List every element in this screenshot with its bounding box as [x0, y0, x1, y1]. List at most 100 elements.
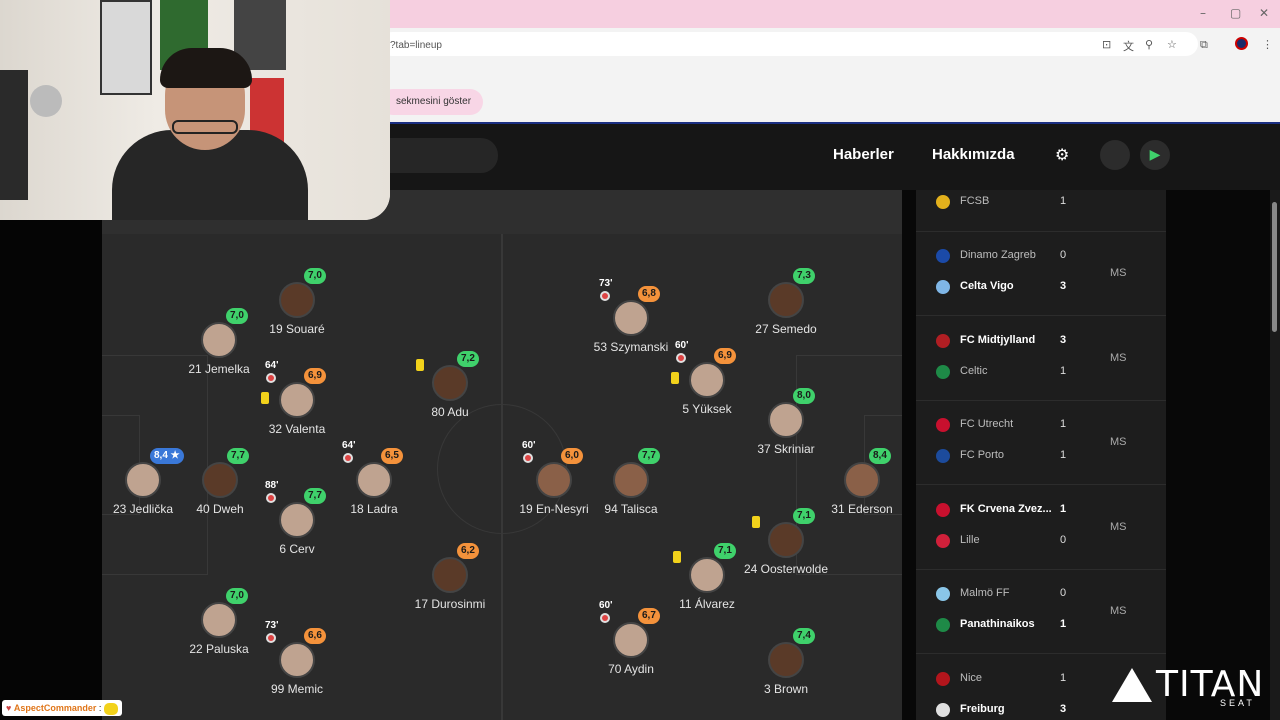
menu-icon[interactable]: ⋮ — [1262, 38, 1273, 51]
chat-message: ♥ AspectCommander : — [2, 700, 122, 716]
page-scrollbar[interactable] — [1270, 190, 1280, 720]
close-window-button[interactable]: ✕ — [1259, 6, 1269, 20]
player-name: 27 Semedo — [755, 322, 817, 336]
team-name: Panathinaikos — [960, 618, 1035, 630]
team-name: Lille — [960, 533, 980, 546]
player-photo — [689, 557, 725, 593]
profile-icon[interactable] — [1235, 37, 1248, 50]
sub-minute: 88' — [265, 480, 279, 491]
webcam-person-hair — [160, 48, 252, 88]
team-name: Celta Vigo — [960, 280, 1014, 292]
player-photo — [279, 282, 315, 318]
show-tab-pill[interactable]: sekmesini göster — [380, 89, 484, 115]
player-rating: 7,4 — [793, 628, 815, 644]
player-card[interactable]: 60' 6,7 70 Aydin — [576, 600, 686, 690]
substitution-icon — [266, 633, 276, 643]
match-status: MS — [1110, 267, 1127, 279]
substitution-icon — [523, 453, 533, 463]
match-row[interactable]: FC Midtjylland 3 Celtic 1 MS — [916, 317, 1166, 401]
webcam-person-glasses — [172, 120, 238, 134]
sub-minute: 73' — [265, 620, 279, 631]
minimize-button[interactable]: – — [1200, 6, 1206, 20]
bookmark-star-icon[interactable]: ☆ — [1167, 38, 1177, 51]
player-card[interactable]: 7,3 27 Semedo — [731, 260, 841, 350]
player-rating: 7,0 — [304, 268, 326, 284]
team-crest-icon — [936, 502, 950, 517]
zoom-icon[interactable]: ⚲ — [1145, 38, 1153, 51]
team-score: 1 — [1060, 195, 1067, 207]
yellow-card-icon — [416, 359, 424, 371]
team-score: 1 — [1060, 418, 1067, 430]
team-name: FCSB — [960, 195, 990, 207]
player-photo — [279, 502, 315, 538]
player-card[interactable]: 7,7 94 Talisca — [576, 440, 686, 530]
player-card[interactable]: 7,4 3 Brown — [731, 620, 841, 710]
player-card[interactable]: 7,2 80 Adu — [395, 343, 505, 433]
player-photo — [768, 402, 804, 438]
player-name: 70 Aydin — [608, 662, 654, 676]
team-crest-icon — [936, 702, 950, 717]
player-rating: 7,2 — [457, 351, 479, 367]
player-rating: 7,0 — [226, 308, 248, 324]
match-row[interactable]: FCSB 1 — [916, 148, 1166, 232]
team-name: Nice — [960, 671, 983, 684]
substitution-icon — [266, 373, 276, 383]
match-row[interactable]: Malmö FF 0 Panathinaikos 1 MS — [916, 570, 1166, 654]
player-card[interactable]: 6,2 17 Durosinmi — [395, 535, 505, 625]
fixtures-panel: FCSB 1 Dinamo Zagreb 0 Celta Vigo 3 MS F… — [916, 190, 1166, 720]
match-row[interactable]: FK Crvena Zvez... 1 Lille 0 MS — [916, 486, 1166, 570]
install-app-icon[interactable]: ⊡ — [1102, 38, 1111, 51]
player-name: 17 Durosinmi — [414, 597, 486, 611]
home-team: Malmö FF 0 — [936, 584, 1146, 604]
match-status: MS — [1110, 351, 1127, 364]
player-name: 80 Adu — [431, 405, 469, 419]
extensions-icon[interactable]: ⧉ — [1200, 38, 1208, 52]
player-rating: 6,5 — [381, 448, 403, 464]
match-status: MS — [1110, 436, 1127, 448]
player-photo — [279, 642, 315, 678]
substitution-icon — [600, 613, 610, 623]
team-name: Malmö FF — [960, 587, 1010, 599]
nav-news[interactable]: Haberler — [833, 146, 894, 163]
substitution-icon — [600, 291, 610, 301]
match-row[interactable]: FC Utrecht 1 FC Porto 1 MS — [916, 401, 1166, 485]
away-team: Lille 0 — [936, 531, 1146, 551]
player-rating: 6,7 — [638, 608, 660, 624]
team-score: 0 — [1060, 249, 1067, 261]
player-rating: 6,2 — [457, 543, 479, 559]
address-bar[interactable] — [380, 32, 1198, 56]
team-crest-icon — [936, 364, 950, 379]
player-photo — [613, 622, 649, 658]
translate-icon[interactable]: 文 — [1123, 38, 1134, 54]
address-url[interactable]: ?tab=lineup — [390, 40, 442, 51]
away-team: Celtic 1 — [936, 362, 1146, 382]
player-rating: 6,9 — [714, 348, 736, 364]
yellow-card-icon — [261, 392, 269, 404]
player-card[interactable]: 88' 7,7 6 Cerv — [242, 480, 352, 570]
scroll-thumb[interactable] — [1272, 202, 1277, 332]
player-photo — [432, 557, 468, 593]
team-crest-icon — [936, 333, 950, 348]
player-card[interactable]: 64' 6,9 32 Valenta — [242, 360, 352, 450]
player-photo — [356, 462, 392, 498]
search-input[interactable] — [380, 138, 498, 173]
team-crest-icon — [936, 195, 950, 209]
team-name: Dinamo Zagreb — [960, 249, 1036, 261]
logo-mark-icon — [1112, 668, 1152, 702]
team-score: 3 — [1060, 702, 1067, 715]
maximize-button[interactable]: ▢ — [1230, 6, 1241, 20]
team-crest-icon — [936, 587, 950, 601]
home-team: Dinamo Zagreb 0 — [936, 246, 1146, 266]
away-team: Panathinaikos 1 — [936, 615, 1146, 635]
team-score: 1 — [1060, 449, 1067, 461]
yellow-card-icon — [752, 516, 760, 528]
sub-minute: 64' — [265, 360, 279, 371]
player-name: 6 Cerv — [279, 542, 315, 556]
chat-username: AspectCommander — [13, 703, 97, 713]
player-card[interactable]: 73' 6,6 99 Memic — [242, 620, 352, 710]
match-row[interactable]: Dinamo Zagreb 0 Celta Vigo 3 MS — [916, 232, 1166, 316]
player-rating: 7,7 — [227, 448, 249, 464]
match-status: MS — [1110, 605, 1127, 617]
team-crest-icon — [936, 533, 950, 548]
chat-separator: : — [98, 703, 102, 713]
